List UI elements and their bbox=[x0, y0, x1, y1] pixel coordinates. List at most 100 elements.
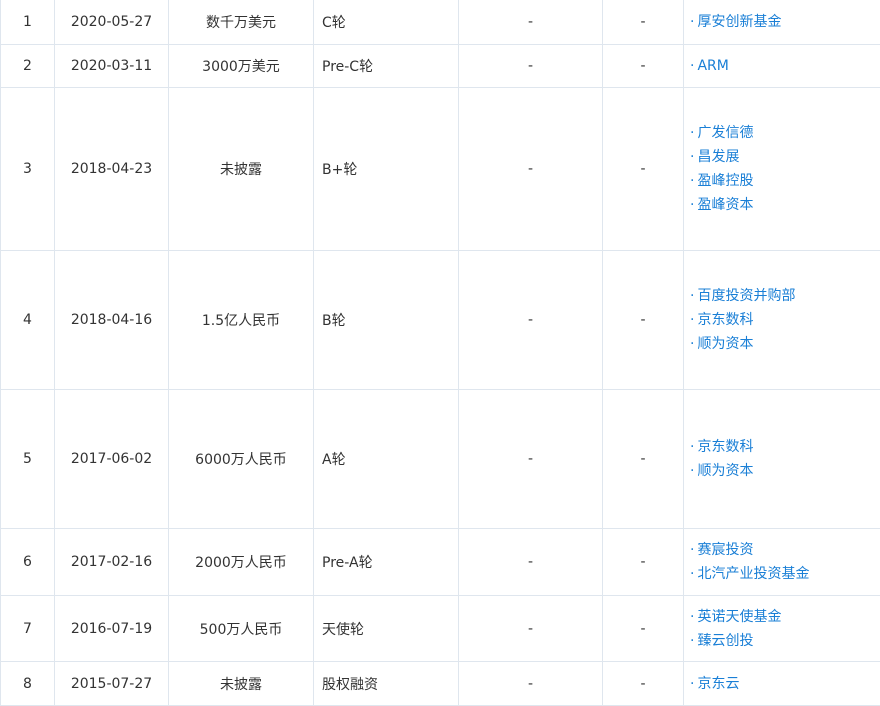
investor-link[interactable]: · 京东云 bbox=[690, 672, 880, 696]
round-investors: · ARM bbox=[683, 44, 880, 88]
bullet-icon: · bbox=[690, 14, 695, 30]
round-amount: 2000万人民币 bbox=[168, 528, 314, 596]
investor-name: 盈峰控股 bbox=[697, 173, 754, 189]
investor-link[interactable]: · 盈峰控股 bbox=[690, 169, 880, 193]
investor-link[interactable]: · 顺为资本 bbox=[690, 332, 880, 356]
round-valuation: - bbox=[458, 528, 603, 596]
investor-link[interactable]: · ARM bbox=[690, 54, 880, 78]
bullet-icon: · bbox=[690, 566, 695, 582]
round-date: 2018-04-23 bbox=[54, 87, 169, 251]
round-investors: · 英诺天使基金 · 臻云创投 bbox=[683, 595, 880, 662]
round-ratio: - bbox=[602, 0, 684, 45]
round-amount: 数千万美元 bbox=[168, 0, 314, 45]
bullet-icon: · bbox=[690, 288, 695, 304]
investor-link[interactable]: · 顺为资本 bbox=[690, 459, 880, 483]
round-valuation: - bbox=[458, 0, 603, 45]
round-valuation: - bbox=[458, 250, 603, 390]
round-index: 8 bbox=[0, 661, 55, 706]
round-index: 6 bbox=[0, 528, 55, 596]
bullet-icon: · bbox=[690, 58, 695, 74]
round-amount: 1.5亿人民币 bbox=[168, 250, 314, 390]
investor-name: 京东数科 bbox=[697, 312, 754, 328]
round-investors: · 京东云 bbox=[683, 661, 880, 706]
round-valuation: - bbox=[458, 595, 603, 662]
round-type: Pre-C轮 bbox=[313, 44, 459, 88]
round-date: 2020-05-27 bbox=[54, 0, 169, 45]
investor-link[interactable]: · 英诺天使基金 bbox=[690, 605, 880, 629]
round-valuation: - bbox=[458, 389, 603, 529]
bullet-icon: · bbox=[690, 125, 695, 141]
round-investors: · 广发信德 · 昌发展 · 盈峰控股 · 盈峰资本 bbox=[683, 87, 880, 251]
investor-name: 厚安创新基金 bbox=[697, 14, 782, 30]
round-investors: · 赛宸投资 · 北汽产业投资基金 bbox=[683, 528, 880, 596]
round-date: 2018-04-16 bbox=[54, 250, 169, 390]
bullet-icon: · bbox=[690, 197, 695, 213]
investor-name: 百度投资并购部 bbox=[697, 288, 796, 304]
investor-name: 京东数科 bbox=[697, 439, 754, 455]
round-type: B+轮 bbox=[313, 87, 459, 251]
investor-link[interactable]: · 盈峰资本 bbox=[690, 193, 880, 217]
investor-link[interactable]: · 京东数科 bbox=[690, 308, 880, 332]
investor-link[interactable]: · 厚安创新基金 bbox=[690, 10, 880, 34]
bullet-icon: · bbox=[690, 439, 695, 455]
round-valuation: - bbox=[458, 661, 603, 706]
round-date: 2017-02-16 bbox=[54, 528, 169, 596]
round-index: 3 bbox=[0, 87, 55, 251]
table-row: 8 2015-07-27 未披露 股权融资 - - · 京东云 bbox=[0, 661, 880, 706]
investor-link[interactable]: · 赛宸投资 bbox=[690, 538, 880, 562]
investor-name: 昌发展 bbox=[697, 149, 740, 165]
table-row: 2 2020-03-11 3000万美元 Pre-C轮 - - · ARM bbox=[0, 44, 880, 88]
round-type: Pre-A轮 bbox=[313, 528, 459, 596]
round-ratio: - bbox=[602, 595, 684, 662]
investor-link[interactable]: · 百度投资并购部 bbox=[690, 284, 880, 308]
investor-name: ARM bbox=[697, 58, 729, 74]
table-row: 4 2018-04-16 1.5亿人民币 B轮 - - · 百度投资并购部 · 京东数科 · 顺为资本 bbox=[0, 250, 880, 390]
bullet-icon: · bbox=[690, 173, 695, 189]
table-row: 7 2016-07-19 500万人民币 天使轮 - - · 英诺天使基金 · 臻云创投 bbox=[0, 595, 880, 662]
round-type: 股权融资 bbox=[313, 661, 459, 706]
round-type: B轮 bbox=[313, 250, 459, 390]
round-amount: 未披露 bbox=[168, 661, 314, 706]
investor-name: 英诺天使基金 bbox=[697, 608, 782, 625]
bullet-icon: · bbox=[690, 336, 695, 352]
round-index: 1 bbox=[0, 0, 55, 45]
round-valuation: - bbox=[458, 44, 603, 88]
bullet-icon: · bbox=[690, 542, 695, 558]
investor-name: 顺为资本 bbox=[697, 336, 754, 352]
bullet-icon: · bbox=[690, 463, 695, 479]
table-row: 1 2020-05-27 数千万美元 C轮 - - · 厚安创新基金 bbox=[0, 0, 880, 45]
round-ratio: - bbox=[602, 250, 684, 390]
round-investors: · 厚安创新基金 bbox=[683, 0, 880, 45]
round-ratio: - bbox=[602, 528, 684, 596]
round-date: 2015-07-27 bbox=[54, 661, 169, 706]
investor-name: 顺为资本 bbox=[697, 463, 754, 479]
bullet-icon: · bbox=[690, 608, 695, 625]
round-type: C轮 bbox=[313, 0, 459, 45]
round-type: 天使轮 bbox=[313, 595, 459, 662]
investor-name: 北汽产业投资基金 bbox=[697, 566, 810, 582]
round-index: 2 bbox=[0, 44, 55, 88]
round-investors: · 百度投资并购部 · 京东数科 · 顺为资本 bbox=[683, 250, 880, 390]
investor-name: 京东云 bbox=[697, 675, 740, 692]
bullet-icon: · bbox=[690, 632, 695, 649]
round-amount: 3000万美元 bbox=[168, 44, 314, 88]
round-ratio: - bbox=[602, 661, 684, 706]
round-index: 7 bbox=[0, 595, 55, 662]
round-date: 2020-03-11 bbox=[54, 44, 169, 88]
round-date: 2016-07-19 bbox=[54, 595, 169, 662]
investor-name: 臻云创投 bbox=[697, 632, 754, 649]
investor-link[interactable]: · 京东数科 bbox=[690, 435, 880, 459]
investor-link[interactable]: · 臻云创投 bbox=[690, 629, 880, 653]
bullet-icon: · bbox=[690, 312, 695, 328]
round-amount: 未披露 bbox=[168, 87, 314, 251]
investor-link[interactable]: · 广发信德 bbox=[690, 121, 880, 145]
round-index: 4 bbox=[0, 250, 55, 390]
table-row: 6 2017-02-16 2000万人民币 Pre-A轮 - - · 赛宸投资 · 北汽产业投资基… bbox=[0, 528, 880, 596]
investor-link[interactable]: · 昌发展 bbox=[690, 145, 880, 169]
round-valuation: - bbox=[458, 87, 603, 251]
round-investors: · 京东数科 · 顺为资本 bbox=[683, 389, 880, 529]
investor-link[interactable]: · 北汽产业投资基金 bbox=[690, 562, 880, 586]
bullet-icon: · bbox=[690, 675, 695, 692]
funding-table: 1 2020-05-27 数千万美元 C轮 - - · 厚安创新基金 2 2020-03-11 30… bbox=[0, 0, 880, 706]
investor-name: 赛宸投资 bbox=[697, 542, 754, 558]
